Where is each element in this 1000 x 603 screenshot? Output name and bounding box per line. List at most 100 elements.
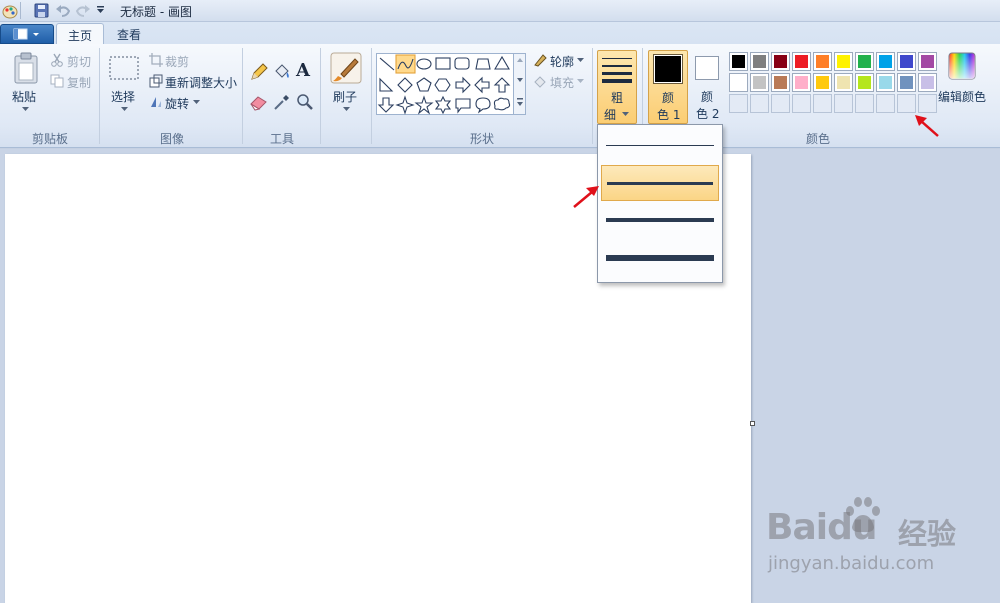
- size-option-2[interactable]: [601, 165, 719, 201]
- watermark-brand-cn: 经验: [898, 517, 957, 551]
- brushes-button[interactable]: 刷子: [326, 50, 366, 120]
- eraser-icon[interactable]: [249, 92, 269, 112]
- shape-cloud-callout-icon: [493, 97, 511, 111]
- palette-custom-slot[interactable]: [897, 94, 916, 113]
- group-separator: [371, 48, 372, 144]
- palette-custom-slot[interactable]: [855, 94, 874, 113]
- palette-swatch[interactable]: [918, 73, 937, 92]
- resize-label[interactable]: 重新调整大小: [165, 74, 237, 91]
- palette-custom-slot[interactable]: [792, 94, 811, 113]
- menu-icon: [13, 28, 39, 40]
- palette-swatch[interactable]: [813, 73, 832, 92]
- color-picker-icon[interactable]: [272, 92, 292, 112]
- size-option-1[interactable]: [601, 128, 719, 164]
- chevron-down-icon[interactable]: [193, 100, 200, 105]
- separator: [20, 2, 21, 19]
- crop-icon[interactable]: [149, 53, 163, 67]
- shapes-gallery: [376, 53, 514, 115]
- group-separator: [592, 48, 593, 144]
- palette-swatch[interactable]: [729, 73, 748, 92]
- palette-swatch[interactable]: [855, 52, 874, 71]
- size-option-4[interactable]: [601, 241, 719, 277]
- group-separator: [99, 48, 100, 144]
- shape-diamond-icon: [397, 77, 413, 93]
- palette-swatch[interactable]: [897, 73, 916, 92]
- quick-access-dropdown-icon[interactable]: [96, 6, 105, 15]
- palette-swatch[interactable]: [750, 73, 769, 92]
- shapes-scrollbar[interactable]: [514, 53, 526, 115]
- undo-icon[interactable]: [55, 3, 71, 18]
- shape-triangle-icon: [494, 55, 510, 70]
- paste-button[interactable]: 粘贴: [5, 50, 45, 120]
- size-button[interactable]: 粗 细: [597, 50, 637, 124]
- cut-label[interactable]: 剪切: [67, 53, 91, 70]
- palette-swatch[interactable]: [771, 52, 790, 71]
- shape-right-arrow-icon: [455, 76, 471, 94]
- line-width-icon: [602, 58, 632, 83]
- shape-six-point-star-icon: [434, 95, 452, 115]
- size-option-line: [606, 218, 714, 222]
- palette-swatch[interactable]: [876, 52, 895, 71]
- fill-icon[interactable]: [533, 74, 547, 88]
- paint-app-icon[interactable]: [2, 3, 18, 19]
- chevron-down-icon[interactable]: [577, 58, 584, 63]
- resize-icon[interactable]: [149, 74, 163, 88]
- color1-button[interactable]: 颜 色 1: [648, 50, 688, 124]
- palette-swatch[interactable]: [918, 52, 937, 71]
- color2-swatch-frame: [695, 56, 719, 80]
- palette-swatch[interactable]: [771, 73, 790, 92]
- tab-view[interactable]: 查看: [106, 23, 152, 45]
- color2-button[interactable]: 颜 色 2: [690, 50, 726, 124]
- palette-swatch[interactable]: [750, 52, 769, 71]
- palette-swatch[interactable]: [855, 73, 874, 92]
- color-spectrum-icon: [948, 52, 976, 80]
- edit-colors-button[interactable]: 编辑颜色: [938, 50, 994, 120]
- pencil-icon[interactable]: [249, 62, 269, 82]
- palette-custom-slot[interactable]: [813, 94, 832, 113]
- select-button[interactable]: 选择: [104, 50, 144, 120]
- cut-icon[interactable]: [50, 53, 64, 67]
- shape-line-icon: [379, 57, 395, 71]
- palette-custom-slot[interactable]: [771, 94, 790, 113]
- canvas-area: Baidu 经验 jingyan.baidu.com: [0, 149, 1000, 603]
- size-option-3[interactable]: [601, 203, 719, 239]
- palette-swatch[interactable]: [813, 52, 832, 71]
- crop-label[interactable]: 裁剪: [165, 53, 189, 70]
- size-label-line2: 细: [604, 108, 617, 122]
- save-icon[interactable]: [34, 3, 49, 18]
- copy-icon[interactable]: [50, 74, 64, 88]
- palette-custom-slot[interactable]: [834, 94, 853, 113]
- paw-logo-icon: [846, 497, 880, 533]
- scroll-arrows-icon: [517, 58, 523, 106]
- palette-swatch[interactable]: [729, 52, 748, 71]
- copy-label[interactable]: 复制: [67, 74, 91, 91]
- fill-bucket-icon[interactable]: [272, 62, 292, 82]
- palette-swatch[interactable]: [834, 73, 853, 92]
- text-tool-icon[interactable]: A: [296, 60, 310, 81]
- redo-icon[interactable]: [75, 3, 91, 18]
- canvas-resize-handle[interactable]: [750, 421, 755, 426]
- shape-rounded-rectangle-icon: [454, 57, 470, 70]
- palette-swatch[interactable]: [876, 73, 895, 92]
- brush-icon: [330, 52, 362, 84]
- paint-menu-button[interactable]: [0, 24, 54, 44]
- outline-label[interactable]: 轮廓: [550, 53, 574, 70]
- size-option-line: [606, 255, 714, 261]
- palette-custom-slot[interactable]: [876, 94, 895, 113]
- palette-swatch[interactable]: [792, 52, 811, 71]
- shape-four-point-star-icon: [395, 95, 415, 115]
- palette-swatch[interactable]: [792, 73, 811, 92]
- palette-custom-slot[interactable]: [918, 94, 937, 113]
- chevron-down-icon[interactable]: [577, 79, 584, 84]
- rotate-icon[interactable]: [149, 95, 163, 109]
- palette-custom-slot[interactable]: [750, 94, 769, 113]
- palette-swatch[interactable]: [897, 52, 916, 71]
- tab-home[interactable]: 主页: [56, 23, 105, 46]
- palette-swatch[interactable]: [834, 52, 853, 71]
- rotate-label[interactable]: 旋转: [165, 95, 189, 112]
- fill-label[interactable]: 填充: [550, 74, 574, 91]
- magnifier-icon[interactable]: [295, 92, 315, 112]
- shape-up-arrow-icon: [493, 77, 511, 93]
- outline-icon[interactable]: [533, 53, 547, 67]
- palette-custom-slot[interactable]: [729, 94, 748, 113]
